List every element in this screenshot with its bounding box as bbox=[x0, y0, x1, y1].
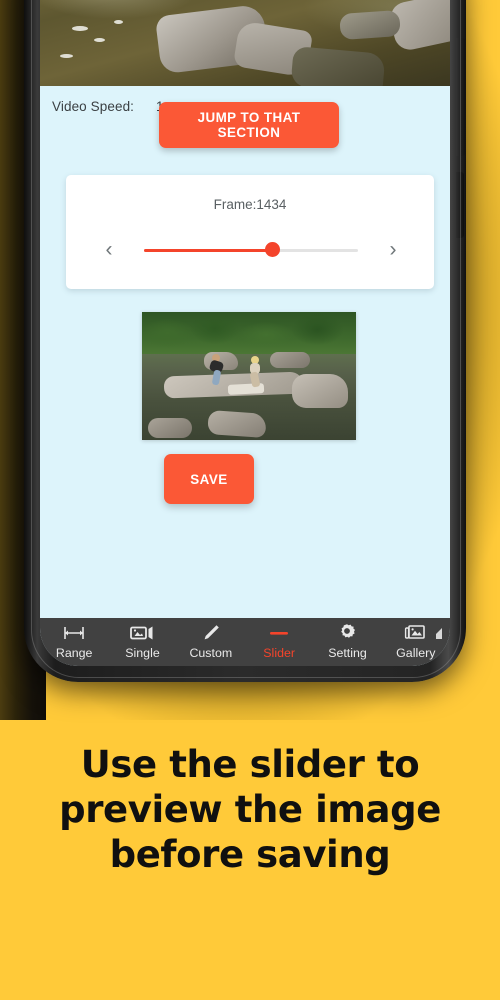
phone-screen: Video Speed: 1 JUMP TO THAT SECTION Fram… bbox=[40, 0, 450, 666]
preview-rock bbox=[292, 374, 348, 408]
jump-to-that-section-button[interactable]: JUMP TO THAT SECTION bbox=[159, 102, 339, 148]
preview-rock bbox=[148, 418, 192, 438]
slider-fill bbox=[144, 248, 273, 252]
preview-person bbox=[208, 354, 225, 386]
frame-slider[interactable] bbox=[144, 233, 358, 267]
nav-label-slider: Slider bbox=[263, 646, 295, 660]
slider-thumb[interactable] bbox=[264, 242, 280, 257]
video-player-frame[interactable] bbox=[40, 0, 450, 86]
nav-item-single[interactable]: Single bbox=[108, 618, 176, 666]
nav-item-range[interactable]: Range bbox=[40, 618, 108, 666]
video-frame-icon bbox=[130, 623, 154, 642]
caption-line-3: before saving bbox=[109, 833, 391, 876]
nav-item-custom[interactable]: Custom bbox=[177, 618, 245, 666]
nav-label-custom: Custom bbox=[189, 646, 233, 660]
video-rock bbox=[339, 9, 401, 41]
power-button[interactable] bbox=[456, 38, 465, 156]
caption-line-2: preview the image bbox=[59, 788, 441, 831]
video-speed-label: Video Speed: bbox=[52, 98, 135, 114]
slider-dash-icon bbox=[268, 623, 290, 642]
photos-stack-icon bbox=[404, 623, 428, 642]
volume-button[interactable] bbox=[456, 172, 464, 238]
nav-item-setting[interactable]: Setting bbox=[313, 618, 381, 666]
frame-number-label: Frame:1434 bbox=[213, 197, 287, 212]
arrows-horizontal-icon bbox=[63, 623, 85, 642]
video-foam bbox=[94, 38, 105, 42]
video-foam bbox=[114, 20, 123, 24]
promo-caption: Use the slider to preview the image befo… bbox=[0, 742, 500, 877]
nav-overflow-partial-icon[interactable] bbox=[436, 627, 448, 639]
nav-label-single: Single bbox=[125, 646, 160, 660]
nav-label-range: Range bbox=[55, 646, 93, 660]
frame-selector-card: Frame:1434 ‹ › bbox=[66, 175, 434, 289]
frame-slider-row: ‹ › bbox=[66, 233, 434, 267]
bottom-nav-bar: Range Single Custom Slider Setting Galle… bbox=[40, 618, 450, 666]
nav-label-setting: Setting bbox=[328, 646, 367, 660]
preview-rock bbox=[207, 410, 267, 438]
preview-trees bbox=[142, 312, 356, 358]
nav-item-gallery[interactable]: Gallery bbox=[382, 618, 450, 666]
caption-line-1: Use the slider to bbox=[80, 743, 420, 786]
nav-label-gallery: Gallery bbox=[396, 646, 436, 660]
chevron-left-icon[interactable]: ‹ bbox=[92, 233, 126, 267]
chevron-right-icon[interactable]: › bbox=[376, 233, 410, 267]
video-foam bbox=[60, 54, 73, 58]
video-foam bbox=[72, 26, 88, 31]
save-button[interactable]: SAVE bbox=[164, 454, 254, 504]
preview-rock bbox=[270, 352, 310, 368]
gear-icon bbox=[337, 623, 357, 642]
app-content-area: Video Speed: 1 JUMP TO THAT SECTION Fram… bbox=[40, 86, 450, 618]
preview-thumbnail[interactable] bbox=[142, 312, 356, 440]
preview-person bbox=[248, 356, 264, 388]
pencil-icon bbox=[201, 623, 221, 642]
nav-item-slider[interactable]: Slider bbox=[245, 618, 313, 666]
